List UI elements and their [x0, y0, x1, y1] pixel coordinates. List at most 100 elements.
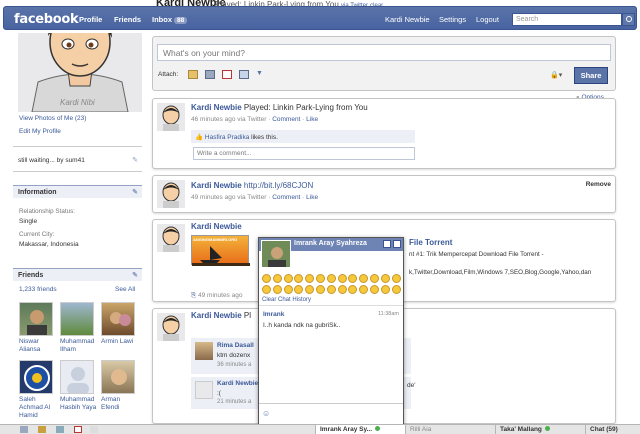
- chat-tab[interactable]: Rilli Aia: [405, 425, 495, 434]
- emoticon-icon[interactable]: [380, 274, 390, 283]
- video-icon[interactable]: [205, 70, 215, 79]
- links-icon[interactable]: [90, 426, 98, 433]
- commenter-name[interactable]: Rima Dasall: [217, 342, 254, 349]
- chevron-down-icon[interactable]: ▼: [256, 70, 263, 77]
- emoticon-icon[interactable]: [283, 285, 293, 294]
- chat-input[interactable]: ☺: [259, 403, 403, 424]
- comment-link[interactable]: Comment: [272, 116, 300, 123]
- emoticon-icon[interactable]: [348, 285, 358, 294]
- emoticon-icon[interactable]: [316, 274, 325, 283]
- story-author[interactable]: Kardi Newbie Pl: [191, 311, 251, 320]
- emoticon-icon[interactable]: [380, 285, 390, 294]
- see-all-link[interactable]: See All: [115, 286, 135, 293]
- friend-photo[interactable]: [101, 302, 135, 336]
- emoticon-icon[interactable]: [272, 285, 282, 294]
- friend-name[interactable]: Niswar Aliansa: [19, 338, 57, 354]
- commenter-avatar[interactable]: [195, 381, 213, 399]
- edit-pencil-icon[interactable]: ✎: [132, 271, 138, 279]
- emoticon-icon[interactable]: [348, 274, 358, 283]
- city-value[interactable]: Makassar, Indonesia: [19, 241, 79, 248]
- edit-pencil-icon[interactable]: ✎: [132, 156, 138, 164]
- nav-profile[interactable]: Profile: [79, 15, 102, 24]
- friend-photo[interactable]: [60, 360, 94, 394]
- nav-user-name[interactable]: Kardi Newbie: [385, 15, 430, 24]
- emoticon-icon[interactable]: [337, 285, 347, 294]
- minimize-icon[interactable]: [383, 240, 391, 248]
- friend-photo[interactable]: [19, 302, 53, 336]
- friend-name[interactable]: Armin Lawi: [101, 338, 139, 346]
- chat-tab[interactable]: Imrank Aray Sy...: [315, 425, 405, 434]
- like-link[interactable]: Like: [306, 194, 318, 201]
- applications-icon[interactable]: [20, 426, 28, 433]
- event-icon[interactable]: [222, 70, 232, 79]
- friend-name[interactable]: Saleh Achmad Al Hamid: [19, 396, 57, 420]
- emoticon-icon[interactable]: [262, 285, 271, 294]
- link-thumbnail[interactable]: ANGINGMAMMIRI.ORG: [191, 235, 250, 266]
- remove-link[interactable]: Remove: [586, 181, 611, 188]
- friends-count-link[interactable]: 1,233 friends: [19, 286, 57, 293]
- emoticon-icon[interactable]: [326, 285, 336, 294]
- like-link[interactable]: Like: [306, 116, 318, 123]
- friend-name[interactable]: Muhammad Ilham: [60, 338, 98, 354]
- friend-photo[interactable]: [19, 360, 53, 394]
- chat-contact-avatar[interactable]: [261, 240, 291, 268]
- liker-name[interactable]: Hasfira Pradika: [205, 134, 249, 141]
- close-icon[interactable]: [393, 240, 401, 248]
- link-icon[interactable]: [239, 70, 249, 79]
- commenter-name[interactable]: Kardi Newbie: [217, 380, 258, 387]
- facebook-logo[interactable]: facebook: [14, 12, 79, 27]
- event-icon[interactable]: [74, 426, 82, 433]
- emoticon-icon[interactable]: [391, 285, 401, 294]
- story-avatar[interactable]: [157, 313, 185, 341]
- nav-friends[interactable]: Friends: [114, 15, 141, 24]
- story-author[interactable]: Kardi Newbie http://bit.ly/68CJON: [191, 181, 313, 190]
- emoticon-icon[interactable]: [326, 274, 336, 283]
- friend-name[interactable]: Arman Efendi: [101, 396, 139, 412]
- comment-link[interactable]: Comment: [272, 194, 300, 201]
- emoticon-icon[interactable]: [294, 285, 304, 294]
- emoticon-icon[interactable]: [294, 274, 304, 283]
- clear-chat-history-link[interactable]: Clear Chat History: [262, 297, 311, 303]
- nav-inbox[interactable]: Inbox 88: [152, 15, 188, 24]
- lock-icon[interactable]: 🔒▾: [550, 71, 562, 79]
- edit-profile-link[interactable]: Edit My Profile: [19, 128, 61, 135]
- photo-icon[interactable]: [38, 426, 46, 433]
- search-icon[interactable]: [622, 13, 635, 26]
- emoticon-icon[interactable]: [305, 274, 315, 283]
- story-author[interactable]: Kardi Newbie: [191, 222, 242, 231]
- edit-pencil-icon[interactable]: ✎: [132, 188, 138, 196]
- story-author[interactable]: Kardi Newbie Played: Linkin Park-Lying f…: [191, 103, 368, 112]
- photo-icon[interactable]: [188, 70, 198, 79]
- commenter-avatar[interactable]: [195, 342, 213, 360]
- search-input[interactable]: Search: [512, 13, 622, 26]
- nav-settings[interactable]: Settings: [439, 15, 466, 24]
- emoticon-icon[interactable]: [316, 285, 325, 294]
- friend-photo[interactable]: [101, 360, 135, 394]
- emoticon-icon[interactable]: [370, 274, 379, 283]
- emoticon-icon[interactable]: [359, 285, 369, 294]
- story-avatar[interactable]: [157, 224, 185, 252]
- emoticon-icon[interactable]: [272, 274, 282, 283]
- story-avatar[interactable]: [157, 103, 185, 131]
- video-icon[interactable]: [56, 426, 64, 433]
- emoticon-icon[interactable]: [262, 274, 271, 283]
- emoticon-icon[interactable]: [283, 274, 293, 283]
- friend-name[interactable]: Muhammad Hasbih Yaya: [60, 396, 98, 412]
- nav-logout[interactable]: Logout: [476, 15, 499, 24]
- emoticon-icon[interactable]: [305, 285, 315, 294]
- status-input[interactable]: What's on your mind?: [157, 44, 611, 61]
- emoticon-icon[interactable]: [370, 285, 379, 294]
- emoticon-picker-icon[interactable]: ☺: [262, 409, 270, 418]
- emoticon-icon[interactable]: [391, 274, 401, 283]
- chat-list-button[interactable]: Chat (59): [585, 425, 640, 434]
- comment-input[interactable]: Write a comment...: [193, 147, 415, 160]
- friend-photo[interactable]: [60, 302, 94, 336]
- story-avatar[interactable]: [157, 180, 185, 208]
- link-title[interactable]: File Torrent: [409, 238, 452, 247]
- view-photos-link[interactable]: View Photos of Me (23): [19, 115, 86, 122]
- chat-tab[interactable]: Taka' Mallang: [495, 425, 585, 434]
- share-button[interactable]: Share: [574, 67, 608, 84]
- emoticon-icon[interactable]: [337, 274, 347, 283]
- link-icon: ⎘: [191, 292, 197, 299]
- emoticon-icon[interactable]: [359, 274, 369, 283]
